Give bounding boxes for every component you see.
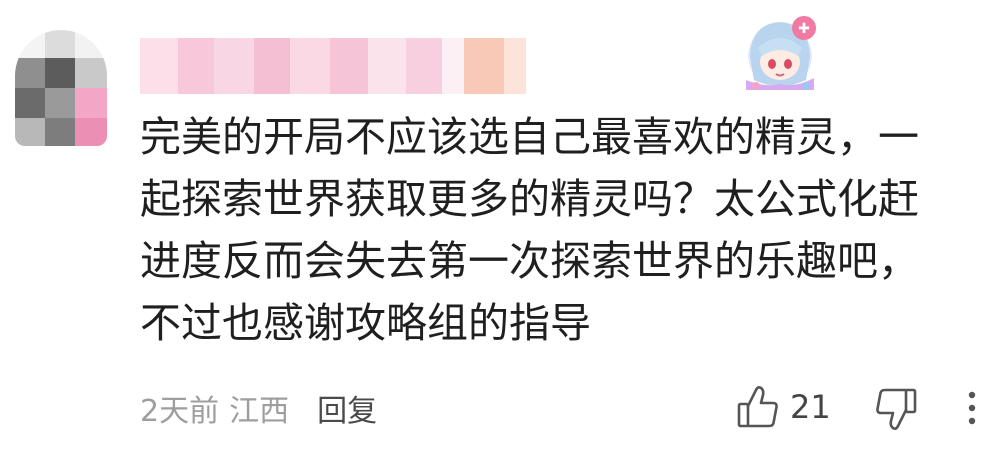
comment-actions: 21: [0, 378, 1000, 438]
avatar-pixel: [75, 30, 107, 58]
username-pixel: [254, 38, 290, 94]
avatar-pixel: [15, 118, 45, 146]
avatar-pixel: [45, 118, 75, 146]
avatar[interactable]: [15, 30, 107, 146]
thumbs-up-icon[interactable]: [736, 384, 780, 430]
avatar-pixel: [45, 30, 75, 58]
avatar-pixel: [75, 118, 107, 146]
avatar-pixel: [15, 30, 45, 58]
avatar-pixel: [15, 88, 45, 118]
username-pixel: [504, 38, 526, 94]
avatar-pixel: [75, 88, 107, 118]
like-count: 21: [790, 388, 831, 426]
avatar-pixel: [45, 88, 75, 118]
avatar-pixel: [15, 58, 45, 88]
comment-text: 完美的开局不应该选自己最喜欢的精灵，一 起探索世界获取更多的精灵吗？太公式化赶 …: [140, 113, 919, 347]
avatar-pixel: [75, 58, 107, 88]
username-pixel: [464, 38, 504, 94]
avatar-pixel: [45, 58, 75, 88]
username-blurred[interactable]: [140, 38, 540, 94]
anime-girl-badge-icon: ✚: [736, 8, 824, 96]
username-pixel: [368, 38, 406, 94]
more-vertical-icon[interactable]: [962, 386, 982, 430]
username-pixel: [330, 38, 368, 94]
username-pixel: [178, 38, 214, 94]
username-pixel: [290, 38, 330, 94]
thumbs-down-icon[interactable]: [874, 386, 918, 432]
username-pixel: [140, 38, 178, 94]
username-pixel: [442, 38, 464, 94]
username-pixel: [406, 38, 442, 94]
svg-text:✚: ✚: [798, 21, 810, 37]
username-pixel: [214, 38, 254, 94]
